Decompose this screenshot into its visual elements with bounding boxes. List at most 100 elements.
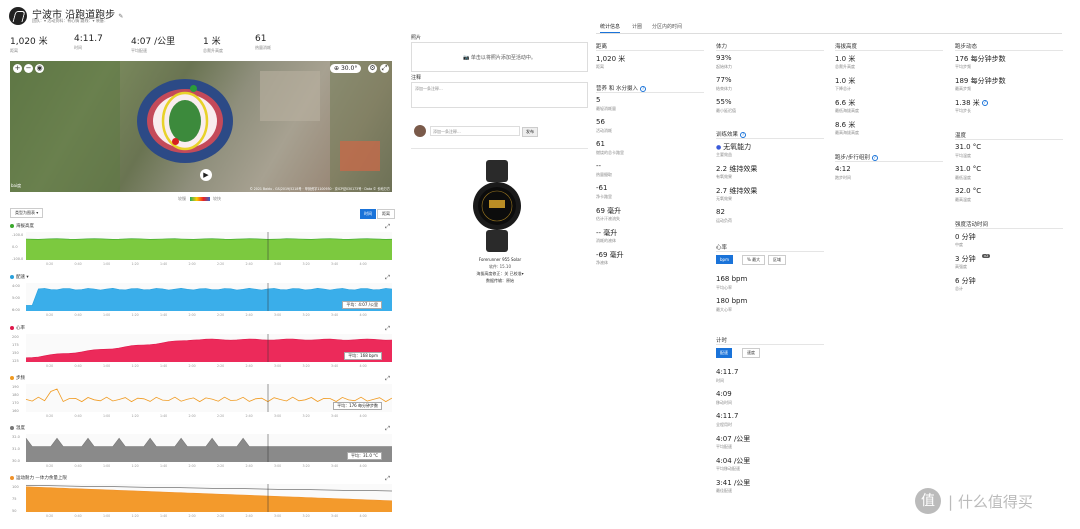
- device-version: 软件: 15.10: [488, 264, 512, 269]
- info-icon[interactable]: ?: [871, 154, 878, 161]
- distance-value: 1,020 米: [596, 54, 625, 64]
- y-tick-label: -100.0: [12, 257, 23, 261]
- map-settings-icon[interactable]: ⚙: [368, 64, 377, 73]
- training-value-text: 无氧能力: [723, 143, 752, 151]
- notes-title: 注释: [411, 75, 422, 81]
- summary-label: 平均配速: [131, 48, 147, 53]
- summary-stat: 1,020 米距离: [10, 34, 48, 54]
- y-tick-label: 31.0: [12, 447, 20, 451]
- chart-plot[interactable]: 200 175 150 125 0:20 0:40 1:00 1:20 1:40 2:00 2:20…: [10, 334, 392, 368]
- summary-value: 4:11.7: [74, 34, 103, 44]
- hr-heading: 心率: [716, 243, 727, 251]
- x-tick-label: 2:00: [189, 313, 196, 317]
- series-color-icon: [10, 475, 14, 480]
- chart-title: 心率: [10, 325, 392, 331]
- x-tick-label: 0:20: [46, 414, 53, 418]
- dynamics-value: 189 每分钟步数: [955, 76, 1006, 86]
- comment-input[interactable]: 添加一条注释...: [430, 126, 520, 136]
- nutrition-label-text: 燃烧的总卡路里: [596, 150, 624, 155]
- summary-stat: 61 热量消耗: [255, 34, 271, 51]
- temperature-value: 31.0 °C: [955, 143, 981, 151]
- map-layers-icon[interactable]: ◉: [35, 64, 44, 73]
- expand-icon[interactable]: ⤢: [385, 375, 390, 383]
- expand-icon[interactable]: ⤢: [385, 274, 390, 282]
- timing-toggle-1[interactable]: 速度: [742, 348, 760, 358]
- timing-label: 平均移动配速: [716, 466, 740, 472]
- x-tick-label: 0:40: [75, 414, 82, 418]
- post-comment-button[interactable]: 发布: [522, 127, 538, 137]
- steps-value: 4:12: [835, 165, 851, 173]
- chart-type-select[interactable]: 类型为图表 ▾: [10, 208, 44, 218]
- chart-plot[interactable]: 4:00 5:00 6:00 0:20 0:40 1:00 1:20 1:40 2:00 2:20…: [10, 283, 392, 317]
- elevation-label-text: 最高海拔高度: [835, 130, 859, 135]
- nutrition-value: -61: [596, 184, 607, 192]
- nutrition-value: -69 毫升: [596, 250, 624, 260]
- play-button[interactable]: ▶: [200, 169, 212, 181]
- expand-icon[interactable]: ⤢: [385, 475, 390, 483]
- map-rotation[interactable]: ⊕ 30.0°: [330, 64, 362, 73]
- time-axis-button[interactable]: 时间: [360, 209, 376, 219]
- x-tick-label: 4:00: [360, 514, 367, 518]
- zoom-in-button[interactable]: +: [13, 64, 22, 73]
- chart-plot[interactable]: 32.0 31.0 30.0 0:20 0:40 1:00 1:20 1:40 2:00 2:20…: [10, 434, 392, 468]
- x-tick-label: 4:00: [360, 313, 367, 317]
- device-name: Forerunner 955 Solar: [478, 257, 522, 262]
- expand-icon[interactable]: ⤢: [385, 325, 390, 333]
- timing-value: 4:09: [716, 390, 732, 398]
- tab-1[interactable]: 计圈: [632, 23, 642, 30]
- x-tick-label: 1:20: [132, 262, 139, 266]
- chart-plot[interactable]: -100.0 0.0 -100.0 0:20 0:40 1:00 1:20 1:40 2:00 2…: [10, 232, 392, 266]
- elevation-value: 6.6 米: [835, 98, 855, 108]
- chart-plot[interactable]: 190 180 170 160 0:20 0:40 1:00 1:20 1:40 2:00 2:20…: [10, 384, 392, 418]
- training-value: 2.2 维持效果: [716, 164, 757, 174]
- average-badge: 平均：168 bpm: [344, 352, 382, 360]
- x-tick-label: 2:20: [217, 262, 224, 266]
- distance-axis-button[interactable]: 距离: [377, 209, 395, 219]
- data-transfer: 数据传输：原始: [486, 278, 514, 283]
- zoom-out-button[interactable]: −: [24, 64, 33, 73]
- x-tick-label: 2:20: [217, 313, 224, 317]
- body-label: 结束体力: [716, 86, 732, 92]
- hr-toggle-2[interactable]: 区域: [768, 255, 786, 265]
- tab-2[interactable]: 分区内的时间: [652, 23, 682, 30]
- expand-icon[interactable]: ⤢: [385, 223, 390, 231]
- x-tick-label: 4:00: [360, 364, 367, 368]
- timing-label-text: 时间: [716, 378, 724, 383]
- x-tick-label: 3:20: [303, 262, 310, 266]
- info-icon[interactable]: ?: [640, 85, 646, 92]
- chart-plot[interactable]: 100 75 50 0:20 0:40 1:00 1:20 1:40 2:00 2:20 2:40 3…: [10, 484, 392, 518]
- body-label-text: 起始体力: [716, 64, 732, 69]
- notes-textarea[interactable]: 添加一条注释...: [411, 82, 588, 108]
- fullscreen-icon[interactable]: ⤢: [380, 64, 389, 73]
- info-icon[interactable]: ?: [981, 100, 988, 106]
- nutrition-value-text: -- 毫升: [596, 229, 618, 237]
- photos-title: 照片: [411, 35, 422, 41]
- notes-placeholder: 添加一条注释...: [415, 86, 443, 91]
- expand-icon[interactable]: ⤢: [385, 425, 390, 433]
- elevation-correction[interactable]: 海拔高度修正：关 已校准▾: [465, 271, 535, 277]
- x-tick-label: 3:20: [303, 313, 310, 317]
- chart-title-text[interactable]: 配速 ▾: [16, 275, 29, 280]
- temperature-value-text: 32.0 °C: [955, 187, 982, 195]
- chart-title: 海拔高度: [10, 223, 392, 229]
- activity-map[interactable]: + − ◉ ⊕ 30.0° ⚙ ⤢ ▶ bai度 © 2021 Baidu - …: [10, 61, 392, 192]
- tab-0[interactable]: 统计信息: [600, 23, 621, 33]
- intensity-value-text: 6 分钟: [955, 277, 976, 285]
- timing-value: 4:04 /公里: [716, 456, 750, 466]
- hr-toggle-0[interactable]: bpm: [716, 255, 733, 264]
- steps-heading: 跑步/步行组别?: [835, 153, 878, 161]
- elevation-label: 下降总计: [835, 86, 851, 92]
- timing-toggle-0[interactable]: 配速: [716, 348, 732, 358]
- dynamics-label-text: 平均步长: [955, 108, 971, 113]
- temperature-label: 最低温度: [955, 175, 971, 181]
- info-icon[interactable]: ?: [740, 131, 747, 138]
- temperature-label-text: 最低温度: [955, 175, 971, 180]
- x-tick-label: 0:40: [75, 313, 82, 317]
- timing-value-text: 4:11.7: [716, 368, 739, 376]
- body-value: 93%: [716, 54, 732, 62]
- hr-toggle-1[interactable]: % 最大: [742, 255, 766, 265]
- elevation-label: 最高海拔高度: [835, 130, 859, 136]
- edit-icon[interactable]: ✎: [118, 13, 123, 20]
- x-tick-label: 2:40: [246, 262, 253, 266]
- photo-dropzone[interactable]: 📷 单击以将照片添加至活动中。: [411, 42, 588, 72]
